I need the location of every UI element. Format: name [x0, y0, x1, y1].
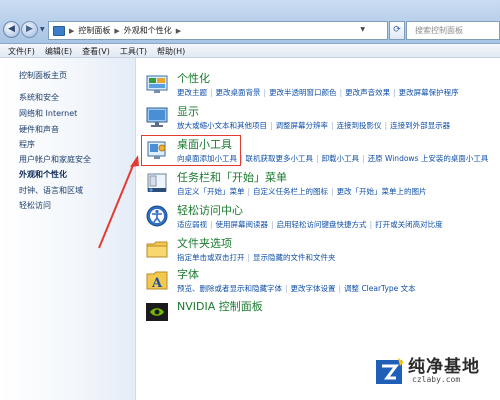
- watermark-logo-icon: [376, 358, 404, 384]
- red-arrow-icon: [98, 155, 139, 249]
- watermark-subtitle: czlaby.com: [412, 375, 461, 384]
- watermark: 纯净基地 czlaby.com: [372, 348, 500, 396]
- watermark-title: 纯净基地: [408, 357, 480, 377]
